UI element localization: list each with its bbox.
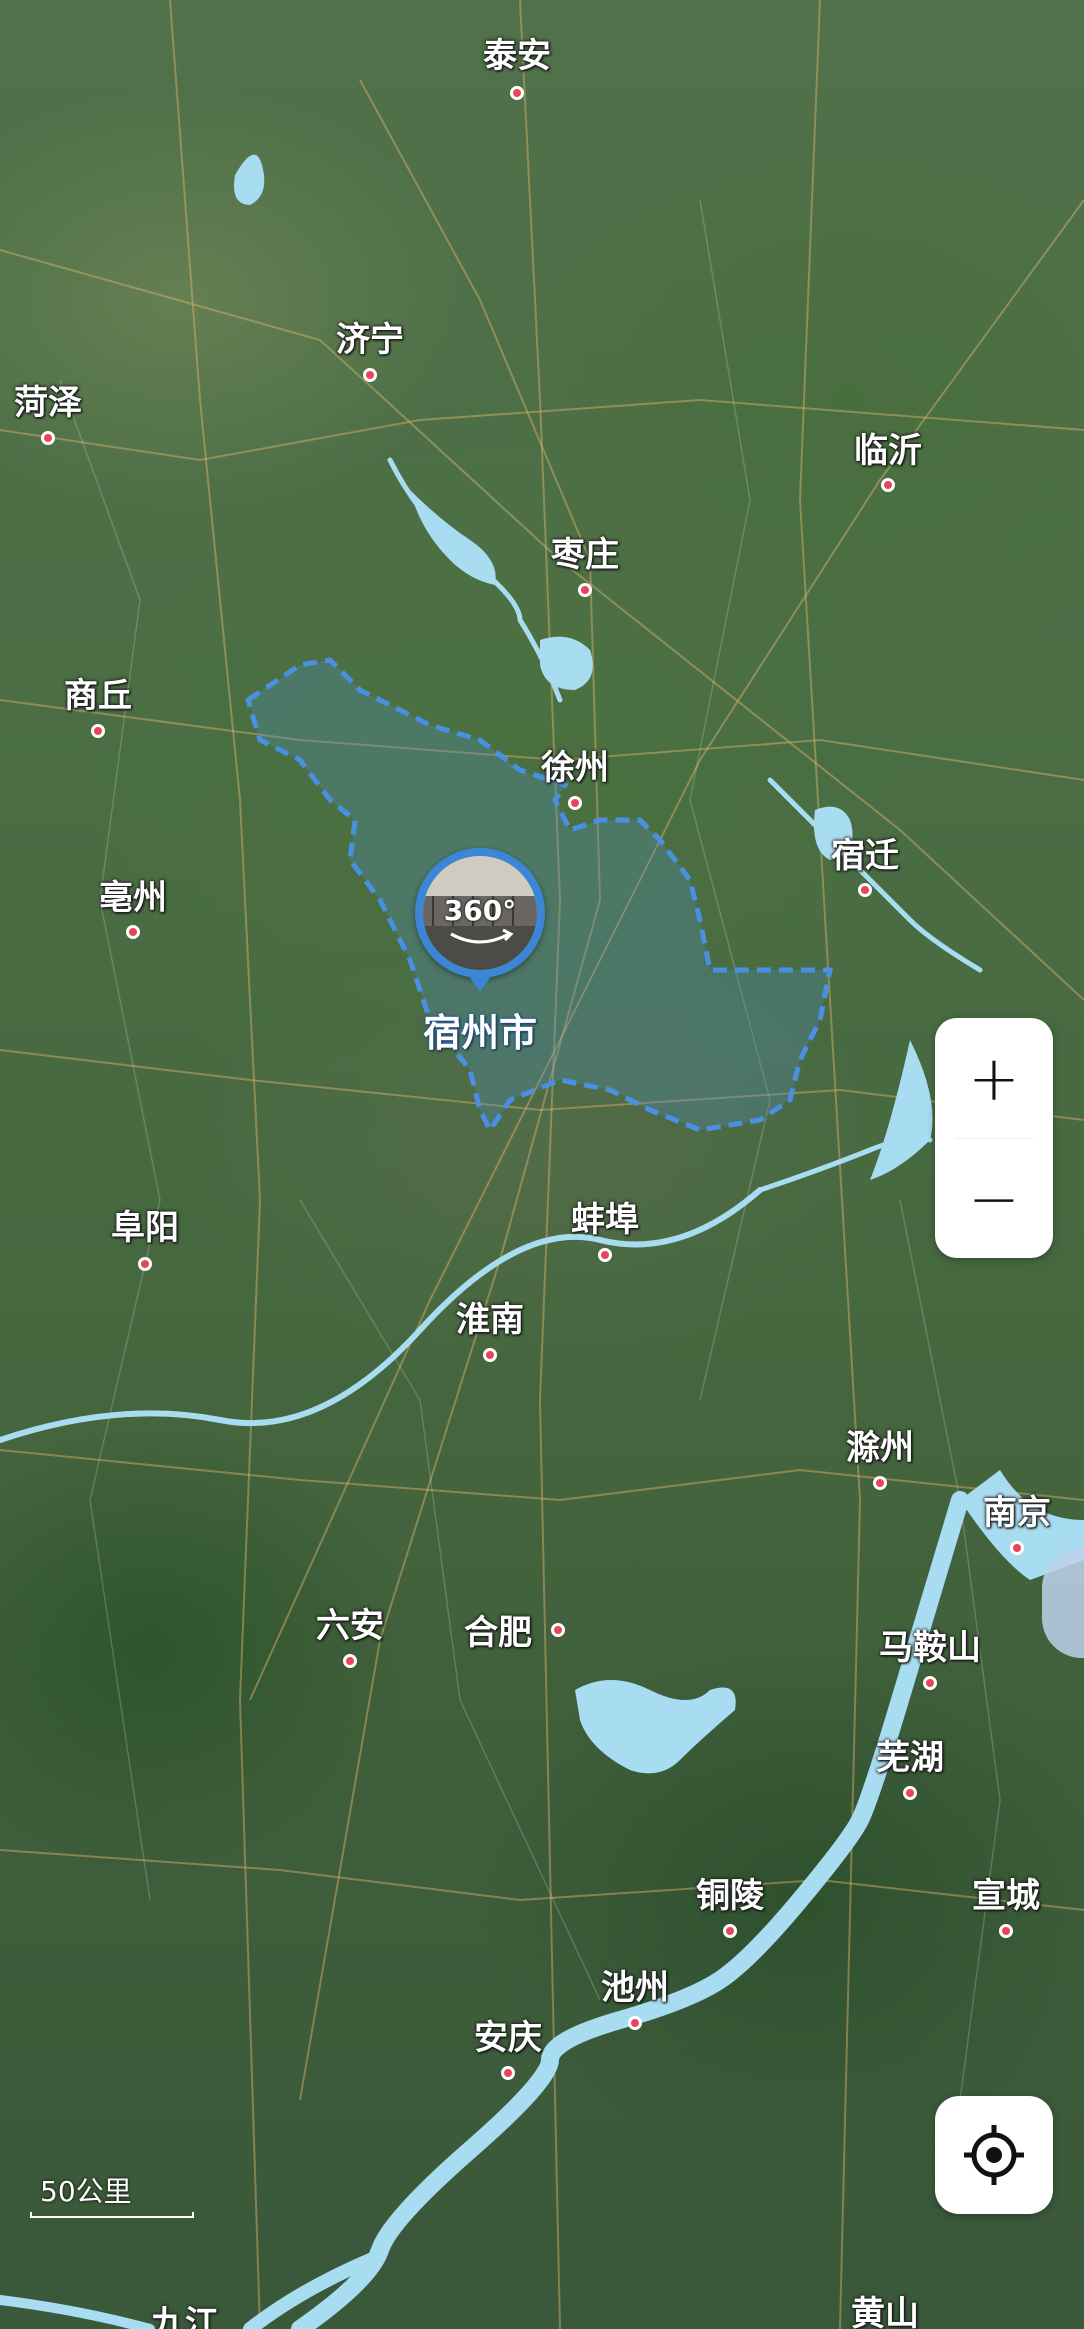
city-label-luan[interactable]: 六安 — [316, 1598, 384, 1647]
city-marker-wuhu[interactable] — [903, 1786, 917, 1800]
city-marker-tongling[interactable] — [723, 1924, 737, 1938]
city-marker-jining[interactable] — [363, 368, 377, 382]
city-label-nanjing[interactable]: 南京 — [983, 1485, 1051, 1534]
city-marker-hefei[interactable] — [551, 1623, 565, 1637]
city-label-jining[interactable]: 济宁 — [336, 312, 404, 361]
city-label-xuzhou[interactable]: 徐州 — [541, 740, 609, 789]
city-marker-zaozhuang[interactable] — [578, 583, 592, 597]
city-label-xuancheng[interactable]: 宣城 — [972, 1868, 1040, 1917]
city-marker-taian[interactable] — [510, 86, 524, 100]
city-marker-chizhou[interactable] — [628, 2016, 642, 2030]
crosshair-icon — [964, 2125, 1024, 2185]
city-marker-suqian[interactable] — [858, 883, 872, 897]
city-marker-bozhou[interactable] — [126, 925, 140, 939]
city-label-huainan[interactable]: 淮南 — [456, 1292, 524, 1341]
city-label-zaozhuang[interactable]: 枣庄 — [551, 527, 619, 576]
city-label-tongling[interactable]: 铜陵 — [696, 1868, 764, 1917]
city-marker-huainan[interactable] — [483, 1348, 497, 1362]
city-label-chizhou[interactable]: 池州 — [601, 1960, 669, 2009]
city-label-huangshan[interactable]: 黄山 — [851, 2286, 919, 2329]
city-label-wuhu[interactable]: 芜湖 — [876, 1730, 944, 1779]
map-terrain-layer — [0, 0, 1084, 2329]
zoom-in-button[interactable]: + — [935, 1018, 1053, 1138]
selected-city-label[interactable]: 宿州市 — [423, 1002, 537, 1057]
city-marker-luan[interactable] — [343, 1654, 357, 1668]
city-marker-nanjing[interactable] — [1010, 1541, 1024, 1555]
zoom-control: + − — [935, 1018, 1053, 1258]
city-marker-linyi[interactable] — [881, 478, 895, 492]
scale-line — [30, 2212, 194, 2218]
city-label-heze[interactable]: 菏泽 — [14, 375, 82, 424]
map-canvas[interactable]: 泰安 济宁 菏泽 临沂 枣庄 商丘 徐州 宿迁 亳州 阜阳 蚌埠 淮南 滁州 南… — [0, 0, 1084, 2329]
city-marker-anqing[interactable] — [501, 2066, 515, 2080]
pin-pointer — [465, 970, 495, 992]
panorama-pin[interactable]: 360° — [415, 848, 545, 978]
city-label-hefei[interactable]: 合肥 — [464, 1605, 532, 1654]
city-marker-fuyang[interactable] — [138, 1257, 152, 1271]
city-marker-shangqiu[interactable] — [91, 724, 105, 738]
locate-button[interactable] — [935, 2096, 1053, 2214]
panorama-badge: 360° — [443, 894, 517, 927]
city-label-bengbu[interactable]: 蚌埠 — [571, 1192, 639, 1241]
city-marker-bengbu[interactable] — [598, 1248, 612, 1262]
city-marker-maanshan[interactable] — [923, 1676, 937, 1690]
city-label-linyi[interactable]: 临沂 — [854, 423, 922, 472]
city-label-shangqiu[interactable]: 商丘 — [64, 668, 132, 717]
city-label-fuyang[interactable]: 阜阳 — [111, 1200, 179, 1249]
city-marker-chuzhou[interactable] — [873, 1476, 887, 1490]
city-label-taian[interactable]: 泰安 — [483, 28, 551, 77]
scale-label: 50公里 — [40, 2175, 132, 2208]
city-label-chuzhou[interactable]: 滁州 — [846, 1420, 914, 1469]
panorama-thumbnail: 360° — [423, 856, 537, 970]
zoom-out-button[interactable]: − — [935, 1138, 1053, 1258]
city-label-suqian[interactable]: 宿迁 — [831, 828, 899, 877]
city-label-maanshan[interactable]: 马鞍山 — [879, 1620, 981, 1669]
city-marker-xuancheng[interactable] — [999, 1924, 1013, 1938]
city-label-jiujiang[interactable]: 九江 — [151, 2296, 219, 2329]
city-marker-xuzhou[interactable] — [568, 796, 582, 810]
city-marker-heze[interactable] — [41, 431, 55, 445]
city-label-bozhou[interactable]: 亳州 — [99, 870, 167, 919]
scale-bar: 50公里 — [30, 2170, 194, 2218]
city-label-anqing[interactable]: 安庆 — [474, 2010, 542, 2059]
